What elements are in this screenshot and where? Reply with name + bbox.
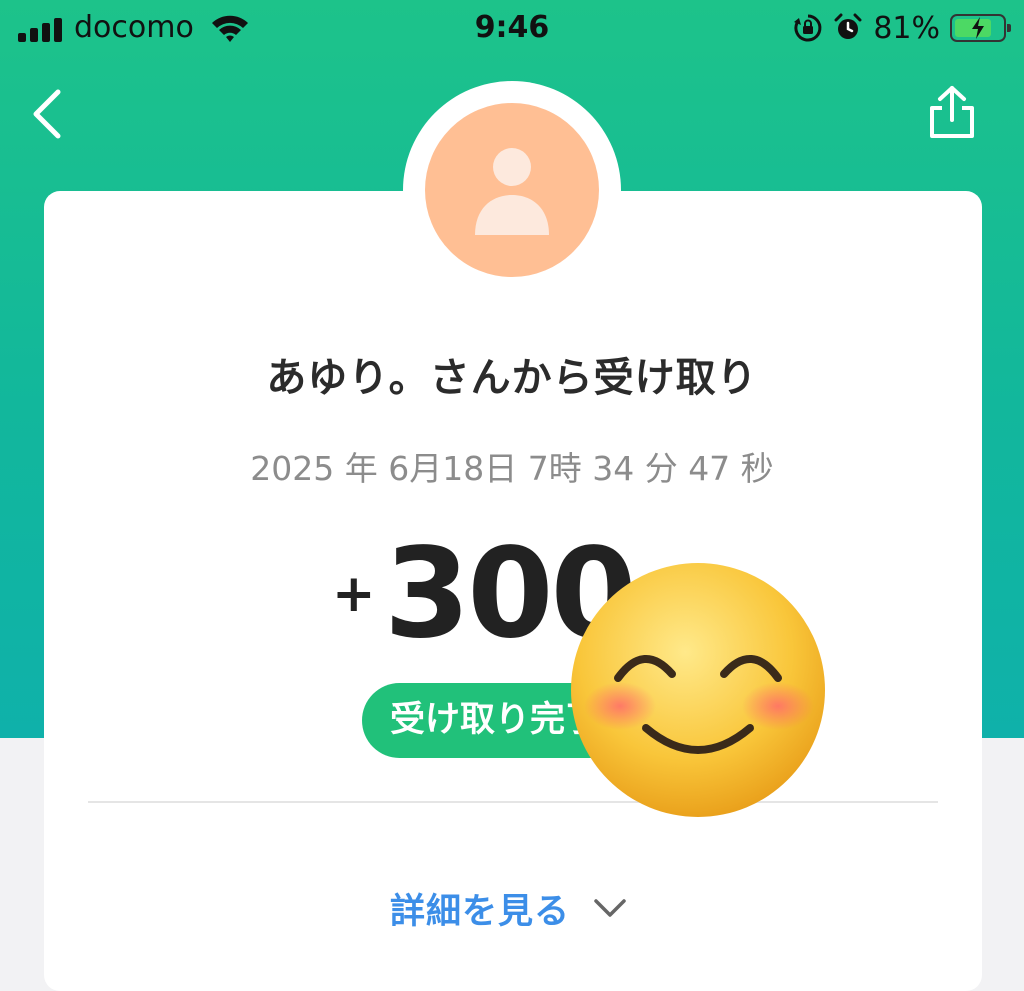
details-toggle[interactable]: 詳細を見る xyxy=(390,880,628,936)
share-button[interactable] xyxy=(924,84,980,142)
battery-percent: 81% xyxy=(873,10,940,46)
status-indicators: 81% xyxy=(793,8,1011,48)
sender-avatar xyxy=(425,103,599,277)
smiling-face-icon xyxy=(571,563,825,817)
rotation-lock-icon xyxy=(794,14,822,42)
alarm-icon xyxy=(834,13,862,39)
person-icon xyxy=(475,148,549,235)
status-bar: docomo 9:46 81% xyxy=(0,0,1024,60)
chevron-down-icon xyxy=(594,899,626,917)
battery-charging-icon xyxy=(950,14,1011,42)
amount-sign: + xyxy=(332,564,376,624)
details-label: 詳細を見る xyxy=(390,891,571,932)
transaction-title: あゆり。さんから受け取り xyxy=(266,355,758,401)
back-button[interactable] xyxy=(26,86,72,142)
amount-display: + 300 円 xyxy=(0,522,1024,666)
transaction-datetime: 2025 年 6月18日 7時 34 分 47 秒 xyxy=(250,449,774,488)
